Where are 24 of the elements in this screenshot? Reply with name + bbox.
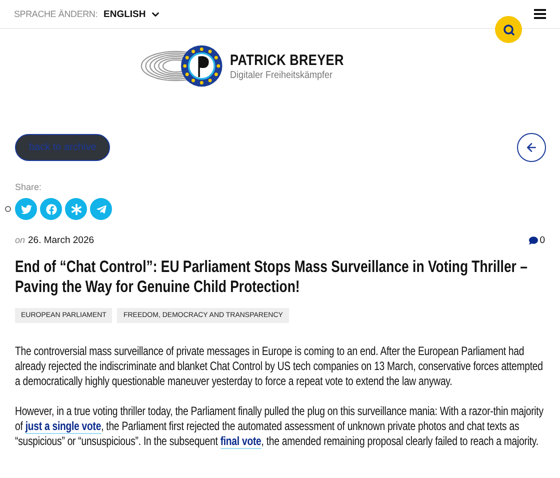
date-prefix: on xyxy=(15,235,26,245)
circle-icon xyxy=(5,206,11,212)
text-link[interactable]: final vote xyxy=(220,434,262,449)
share-label: Share: xyxy=(15,182,43,192)
search-button[interactable] xyxy=(495,16,522,43)
post-date: 26. March 2026 xyxy=(28,235,94,246)
body-paragraph: However, in a true voting thriller today, the Parliament finally pulled the plug on this surveillance mania: With a razor-thin majority of just a single vote, the Parliament first rejected the automated assessment of unknown private photos and chat texts as “suspicious” or “unsuspicious”. In the subsequent final vote, the amended remaining proposal clearly failed to reach a majority. xyxy=(15,404,544,449)
back-arrow-button[interactable] xyxy=(517,133,546,162)
paper-plane-icon xyxy=(96,204,106,214)
facebook-icon xyxy=(46,204,56,214)
text-link[interactable]: just a single vote xyxy=(25,419,102,434)
post-title: End of “Chat Control”: EU Parliament Stops Mass Surveillance in Voting Thriller – Paving the Way for Genuine Child Protection! xyxy=(15,257,528,297)
language-selector[interactable]: ENGLISH xyxy=(104,8,146,20)
site-name[interactable]: PATRICK BREYER xyxy=(230,52,344,68)
site-tagline: Digitaler Freiheitskämpfer xyxy=(230,70,334,80)
language-label: SPRACHE ÄNDERN: xyxy=(14,9,98,19)
asterisk-icon xyxy=(70,204,82,214)
search-icon xyxy=(502,24,514,36)
bird-icon xyxy=(20,204,32,214)
menu-icon[interactable] xyxy=(534,9,546,19)
arrow-left-icon xyxy=(525,141,538,154)
body-paragraph: The controversial mass surveillance of private messages in Europe is coming to an end. After the European Parliament had already rejected the indiscriminate and blanket Chat Control by US tech companies on 13 March, conservative forces attempted a democratically highly questionable maneuver yesterday to force a repeat vote to extend the law anyway. xyxy=(15,344,544,389)
speech-bubble-icon[interactable] xyxy=(528,236,538,245)
comment-count[interactable]: 0 xyxy=(540,235,545,246)
